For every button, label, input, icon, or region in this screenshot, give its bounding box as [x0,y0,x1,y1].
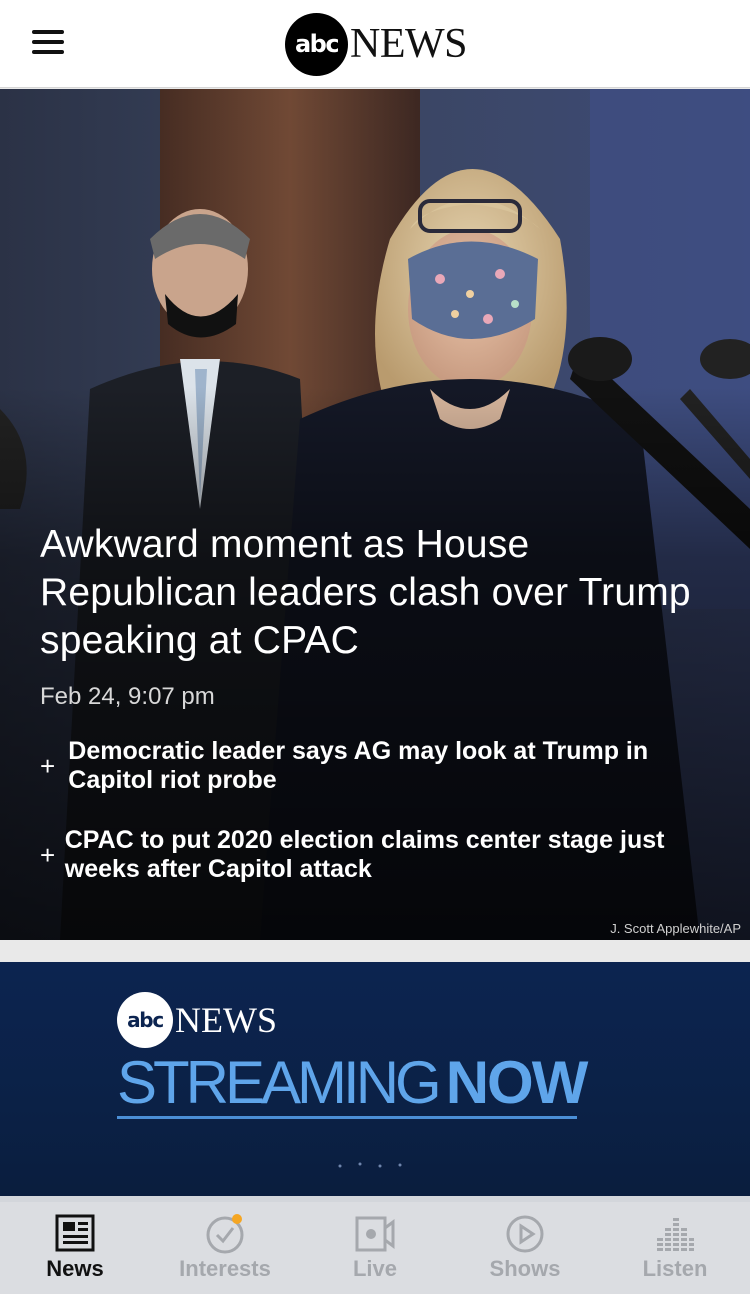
now-word: NOW [445,1049,589,1116]
bottom-tab-bar: News Interests Live Shows Listen [0,1196,750,1294]
hero-gradient-overlay [0,89,750,940]
video-camera-icon [355,1216,395,1252]
tab-shows[interactable]: Shows [450,1196,600,1294]
hamburger-menu-icon[interactable] [26,24,70,64]
photo-credit: J. Scott Applewhite/AP [610,921,741,936]
related-story-title: Democratic leader says AG may look at Tr… [68,737,649,794]
abc-news-stream-logo: abc NEWS [117,992,277,1048]
notification-badge [232,1214,242,1224]
decorative-dots [338,1162,402,1168]
tab-live[interactable]: Live [300,1196,450,1294]
tab-label: Interests [179,1256,271,1281]
check-circle-icon [206,1214,244,1254]
streaming-now-banner[interactable]: abc NEWS STREAMING NOW [0,962,750,1202]
streaming-now-title: STREAMING NOW [117,1048,589,1118]
divider-line [117,1116,577,1119]
news-wordmark: NEWS [175,1000,277,1040]
hero-story-card[interactable]: Awkward moment as House Republican leade… [0,89,750,940]
tab-label: Live [352,1256,398,1281]
plus-icon: + [40,840,56,870]
top-app-bar: abc NEWS [0,0,750,88]
tab-label: News [46,1256,104,1281]
hero-headline[interactable]: Awkward moment as House Republican leade… [40,521,730,665]
streaming-word: STREAMING [117,1049,442,1116]
news-wordmark: NEWS [350,21,468,67]
abc-logo-circle: abc [285,12,348,76]
tab-label: Listen [642,1256,708,1281]
equalizer-icon [657,1218,694,1251]
tab-interests[interactable]: Interests [150,1196,300,1294]
abc-news-logo[interactable]: abc NEWS [285,12,468,76]
related-story-1[interactable]: + Democratic leader says AG may look at … [40,737,730,795]
related-story-2[interactable]: + CPAC to put 2020 election claims cente… [40,826,730,884]
tab-label: Shows [489,1256,561,1281]
tab-listen[interactable]: Listen [600,1196,750,1294]
newspaper-icon [55,1214,95,1252]
related-story-title: CPAC to put 2020 election claims center … [64,826,665,883]
hero-timestamp: Feb 24, 9:07 pm [40,683,215,710]
play-circle-icon [506,1215,544,1253]
app-screen: abc NEWS Awkward moment as House Republi… [0,0,750,1294]
tab-news[interactable]: News [0,1196,150,1294]
abc-logo-circle: abc [117,992,173,1048]
plus-icon: + [40,751,56,781]
